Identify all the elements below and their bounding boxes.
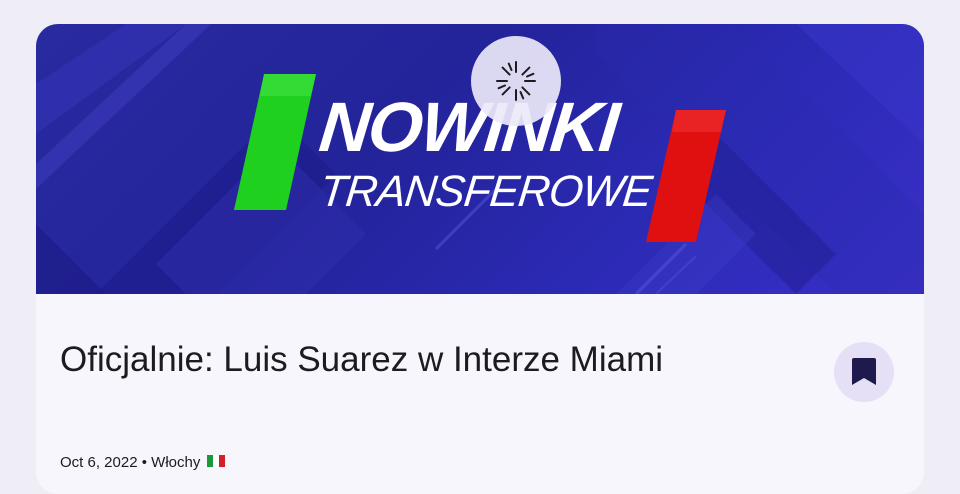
article-category[interactable]: Włochy [151,454,200,471]
article-content: Oficjalnie: Luis Suarez w Interze Miami … [36,294,924,494]
meta-separator: • [141,454,147,471]
italy-flag-icon [206,455,225,467]
article-banner-image: NOWINKI TRANSFEROWE [36,24,924,294]
article-meta: Oct 6, 2022 • Włochy [60,454,225,471]
article-title[interactable]: Oficjalnie: Luis Suarez w Interze Miami [60,340,663,380]
bookmark-icon [852,358,876,385]
article-card[interactable]: NOWINKI TRANSFEROWE Oficjalnie: Luis Sua… [36,24,924,494]
loading-spinner [471,36,561,126]
article-date: Oct 6, 2022 [60,454,138,471]
bookmark-button[interactable] [834,342,894,402]
banner-brand-line2: TRANSFEROWE [317,167,654,216]
spinner-icon [496,61,536,101]
banner-brand-line1: NOWINKI [315,88,622,166]
